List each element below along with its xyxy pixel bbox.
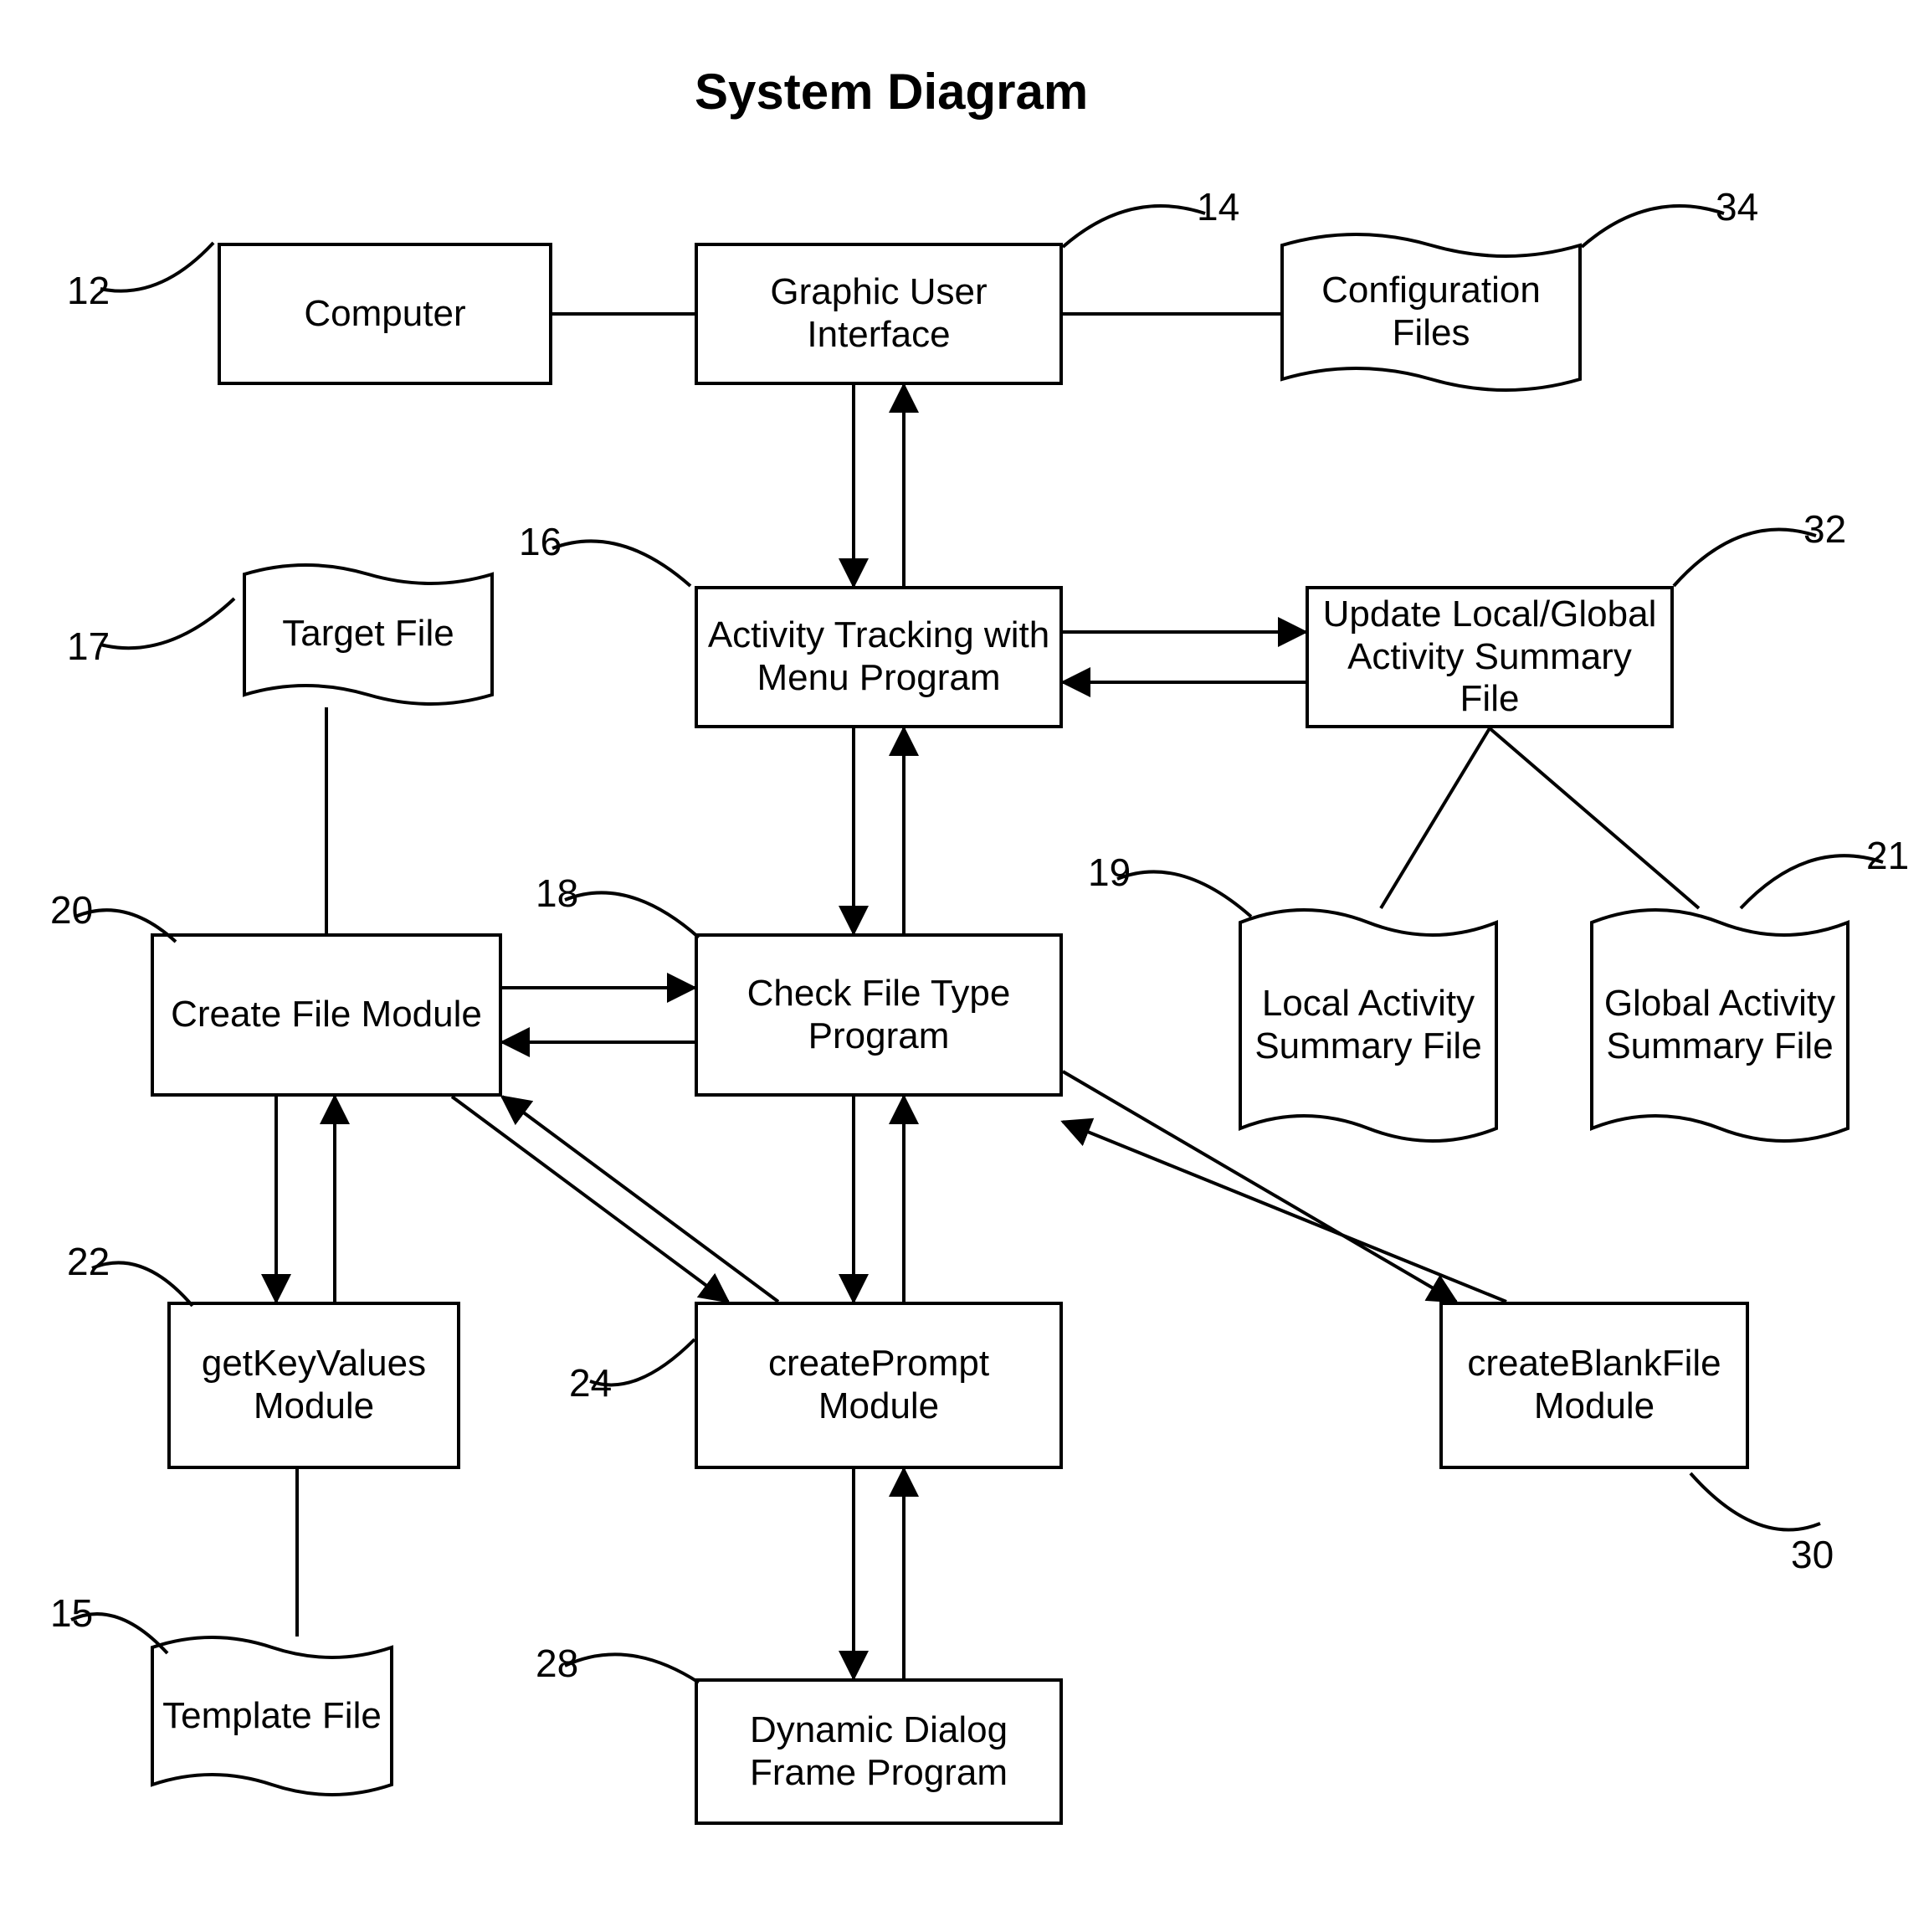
ref-32: 32 xyxy=(1657,502,1841,594)
doc-template-file-label: Template File xyxy=(162,1695,382,1738)
box-activity-tracking: Activity Tracking with Menu Program xyxy=(695,586,1063,728)
ref-21: 21 xyxy=(1724,829,1900,921)
box-createprompt: createPrompt Module xyxy=(695,1302,1063,1469)
doc-target-file-label: Target File xyxy=(282,613,454,655)
ref-28: 28 xyxy=(536,1637,711,1729)
doc-local-summary: Local Activity Summary File xyxy=(1239,904,1498,1147)
ref-22: 22 xyxy=(67,1239,209,1323)
doc-target-file: Target File xyxy=(243,561,494,707)
doc-config-files: Configuration Files xyxy=(1280,230,1582,393)
diagram-title: System Diagram xyxy=(695,63,1088,121)
ref-15: 15 xyxy=(50,1590,192,1674)
ref-34: 34 xyxy=(1565,180,1757,264)
doc-local-summary-label: Local Activity Summary File xyxy=(1247,983,1490,1067)
ref-16: 16 xyxy=(519,519,703,611)
doc-global-summary: Global Activity Summary File xyxy=(1590,904,1849,1147)
ref-12: 12 xyxy=(67,234,234,326)
box-createblankfile: createBlankFile Module xyxy=(1439,1302,1749,1469)
doc-global-summary-label: Global Activity Summary File xyxy=(1598,983,1841,1067)
ref-19: 19 xyxy=(1088,845,1264,938)
box-update-summary: Update Local/Global Activity Summary Fil… xyxy=(1306,586,1674,728)
box-gui: Graphic User Interface xyxy=(695,243,1063,385)
box-computer: Computer xyxy=(218,243,552,385)
ref-14: 14 xyxy=(1046,180,1239,264)
box-dyn-dialog: Dynamic Dialog Frame Program xyxy=(695,1678,1063,1825)
ref-18: 18 xyxy=(536,866,711,958)
ref-20: 20 xyxy=(50,887,192,963)
box-create-file: Create File Module xyxy=(151,933,502,1097)
ref-17: 17 xyxy=(67,586,251,678)
ref-24: 24 xyxy=(569,1331,711,1415)
box-getkeyvalues: getKeyValues Module xyxy=(167,1302,460,1469)
box-check-file: Check File Type Program xyxy=(695,933,1063,1097)
doc-config-files-label: Configuration Files xyxy=(1289,270,1573,354)
ref-30: 30 xyxy=(1665,1465,1833,1574)
